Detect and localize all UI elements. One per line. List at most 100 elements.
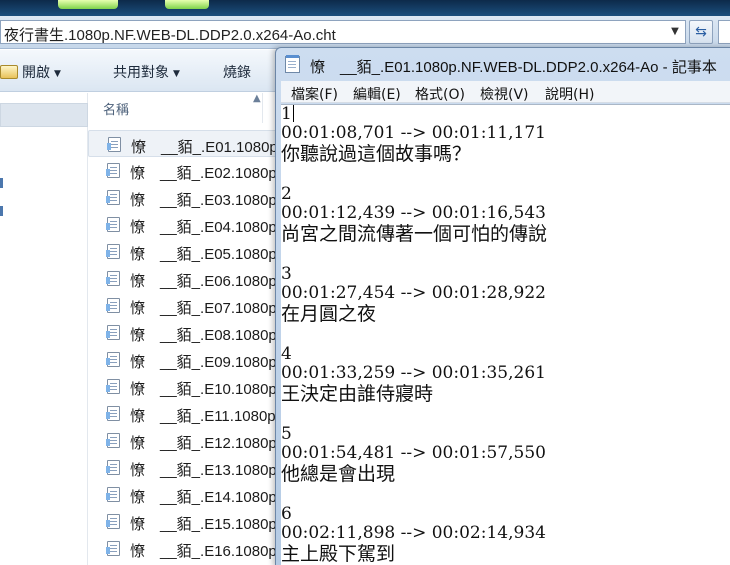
file-name: 憭 __貊_.E08.1080p.: [130, 327, 278, 344]
subtitle-file-icon: [106, 541, 120, 556]
subtitle-file-icon: [106, 190, 120, 205]
nav-marker: [0, 206, 3, 216]
column-divider[interactable]: [262, 93, 263, 123]
menu-format[interactable]: 格式(O): [415, 84, 465, 104]
file-list: 憭 __貊_.E01.1080p. 憭 __貊_.E02.1080p. 憭 __貊_…: [88, 130, 278, 565]
subtitle-file-icon: [106, 460, 120, 475]
subtitle-entry: 3 00:01:27,454 --> 00:01:28,922 在月圓之夜: [281, 245, 730, 326]
notepad-window: 憭 __貊_.E01.1080p.NF.WEB-DL.DDP2.0.x264-A…: [275, 47, 730, 565]
share-with-button[interactable]: 共用對象 ▼: [113, 62, 180, 82]
chevron-down-icon: ▼: [54, 69, 61, 79]
subtitle-timecode: 00:01:54,481 --> 00:01:57,550: [281, 444, 730, 463]
sort-up-icon: ▲: [253, 93, 261, 104]
file-row[interactable]: 憭 __貊_.E03.1080p.: [88, 184, 278, 211]
subtitle-text: 尚宮之間流傳著一個可怕的傳說: [281, 223, 730, 245]
subtitle-entry: 6 00:02:11,898 --> 00:02:14,934 主上殿下駕到: [281, 485, 730, 565]
subtitle-entry: 5 00:01:54,481 --> 00:01:57,550 他總是會出現: [281, 405, 730, 486]
file-row[interactable]: 憭 __貊_.E10.1080p.: [88, 373, 278, 400]
chevron-down-icon[interactable]: ▼: [667, 23, 683, 41]
file-name: 憭 __貊_.E04.1080p.: [130, 219, 278, 236]
file-row[interactable]: 憭 __貊_.E11.1080p.: [88, 400, 278, 427]
subtitle-text-value: 王決定由誰侍寢時: [281, 383, 434, 405]
notepad-text-area[interactable]: 1 00:01:08,701 --> 00:01:11,171 你聽說過這個故事嗎？…: [281, 104, 730, 565]
subtitle-text-value: 主上殿下駕到: [281, 543, 396, 565]
file-name: 憭 __貊_.E15.1080p.: [130, 516, 278, 533]
file-row[interactable]: 憭 __貊_.E16.1080p.: [88, 535, 278, 562]
subtitle-file-icon: [106, 379, 120, 394]
folder-icon: [0, 65, 18, 79]
subtitle-index: 6: [281, 505, 730, 524]
subtitle-entry: 1 00:01:08,701 --> 00:01:11,171 你聽說過這個故事嗎？: [281, 105, 730, 165]
file-name: 憭 __貊_.E06.1080p.: [130, 273, 278, 290]
file-row[interactable]: 憭 __貊_.E01.1080p.: [88, 130, 278, 157]
file-row[interactable]: 憭 __貊_.E05.1080p.: [88, 238, 278, 265]
subtitle-timecode: 00:01:33,259 --> 00:01:35,261: [281, 364, 730, 383]
navigation-pane[interactable]: [0, 93, 88, 565]
subtitle-index: 5: [281, 425, 730, 444]
file-row[interactable]: 憭 __貊_.E15.1080p.: [88, 508, 278, 535]
subtitle-file-icon: [106, 298, 120, 313]
subtitle-index: 3: [281, 265, 730, 284]
subtitle-index-value: 5: [281, 424, 292, 444]
subtitle-index: 2: [281, 185, 730, 204]
subtitle-index-value: 3: [281, 264, 292, 284]
subtitle-file-icon: [106, 352, 120, 367]
address-bar[interactable]: 夜行書生.1080p.NF.WEB-DL.DDP2.0.x264-Ao.cht …: [0, 20, 686, 44]
file-row[interactable]: 憭 __貊_.E07.1080p.: [88, 292, 278, 319]
menu-help[interactable]: 說明(H): [545, 84, 594, 104]
share-label: 共用對象: [113, 65, 169, 81]
subtitle-timecode-value: 00:02:11,898 --> 00:02:14,934: [281, 523, 546, 543]
file-name: 憭 __貊_.E07.1080p.: [130, 300, 278, 317]
file-row[interactable]: 憭 __貊_.E12.1080p.: [88, 427, 278, 454]
notepad-titlebar[interactable]: 憭 __貊_.E01.1080p.NF.WEB-DL.DDP2.0.x264-A…: [276, 48, 730, 80]
subtitle-index: 1: [281, 105, 730, 124]
menu-view[interactable]: 檢視(V): [480, 84, 529, 104]
subtitle-file-icon: [106, 487, 120, 502]
subtitle-timecode-value: 00:01:33,259 --> 00:01:35,261: [281, 363, 546, 383]
file-name: 憭 __貊_.E16.1080p.: [130, 543, 278, 560]
subtitle-file-icon: [106, 244, 120, 259]
nav-selected-item[interactable]: [0, 103, 88, 127]
notepad-menubar: 檔案(F) 編輯(E) 格式(O) 檢視(V) 說明(H): [281, 81, 730, 103]
file-name: 憭 __貊_.E10.1080p.: [130, 381, 278, 398]
subtitle-timecode: 00:01:08,701 --> 00:01:11,171: [281, 124, 730, 143]
subtitle-timecode-value: 00:01:27,454 --> 00:01:28,922: [281, 283, 546, 303]
file-name: 憭 __貊_.E11.1080p.: [130, 408, 278, 425]
subtitle-index-value: 1: [281, 104, 292, 124]
subtitle-timecode: 00:01:12,439 --> 00:01:16,543: [281, 204, 730, 223]
file-name: 憭 __貊_.E13.1080p.: [130, 462, 278, 479]
subtitle-timecode: 00:01:27,454 --> 00:01:28,922: [281, 284, 730, 303]
file-row[interactable]: 憭 __貊_.E13.1080p.: [88, 454, 278, 481]
open-button[interactable]: 開啟 ▼: [0, 62, 61, 82]
file-row[interactable]: 憭 __貊_.E14.1080p.: [88, 481, 278, 508]
subtitle-file-icon: [106, 514, 120, 529]
burn-button[interactable]: 燒錄: [223, 62, 251, 82]
column-name-header[interactable]: 名稱: [103, 99, 129, 118]
file-row[interactable]: 憭 __貊_.E09.1080p.: [88, 346, 278, 373]
address-path: 夜行書生.1080p.NF.WEB-DL.DDP2.0.x264-Ao.cht: [4, 27, 336, 44]
chevron-down-icon: ▼: [173, 69, 180, 79]
subtitle-file-icon: [106, 325, 120, 340]
open-label: 開啟: [22, 65, 50, 81]
subtitle-text: 王決定由誰侍寢時: [281, 383, 730, 405]
file-row[interactable]: 憭 __貊_.E06.1080p.: [88, 265, 278, 292]
text-cursor: [292, 105, 294, 122]
subtitle-file-icon: [106, 271, 120, 286]
taskbar-glow: [58, 0, 118, 9]
refresh-icon: ⇆: [695, 24, 707, 40]
search-input[interactable]: [718, 20, 730, 44]
refresh-button[interactable]: ⇆: [689, 20, 713, 44]
menu-file[interactable]: 檔案(F): [291, 84, 338, 104]
subtitle-file-icon: [106, 433, 120, 448]
subtitle-file-icon: [106, 406, 120, 421]
subtitle-file-icon: [107, 137, 121, 152]
menu-edit[interactable]: 編輯(E): [353, 84, 401, 104]
burn-label: 燒錄: [223, 65, 251, 81]
file-row[interactable]: 憭 __貊_.E08.1080p.: [88, 319, 278, 346]
subtitle-file-icon: [106, 217, 120, 232]
file-row[interactable]: 憭 __貊_.E02.1080p.: [88, 157, 278, 184]
file-row[interactable]: 憭 __貊_.E04.1080p.: [88, 211, 278, 238]
